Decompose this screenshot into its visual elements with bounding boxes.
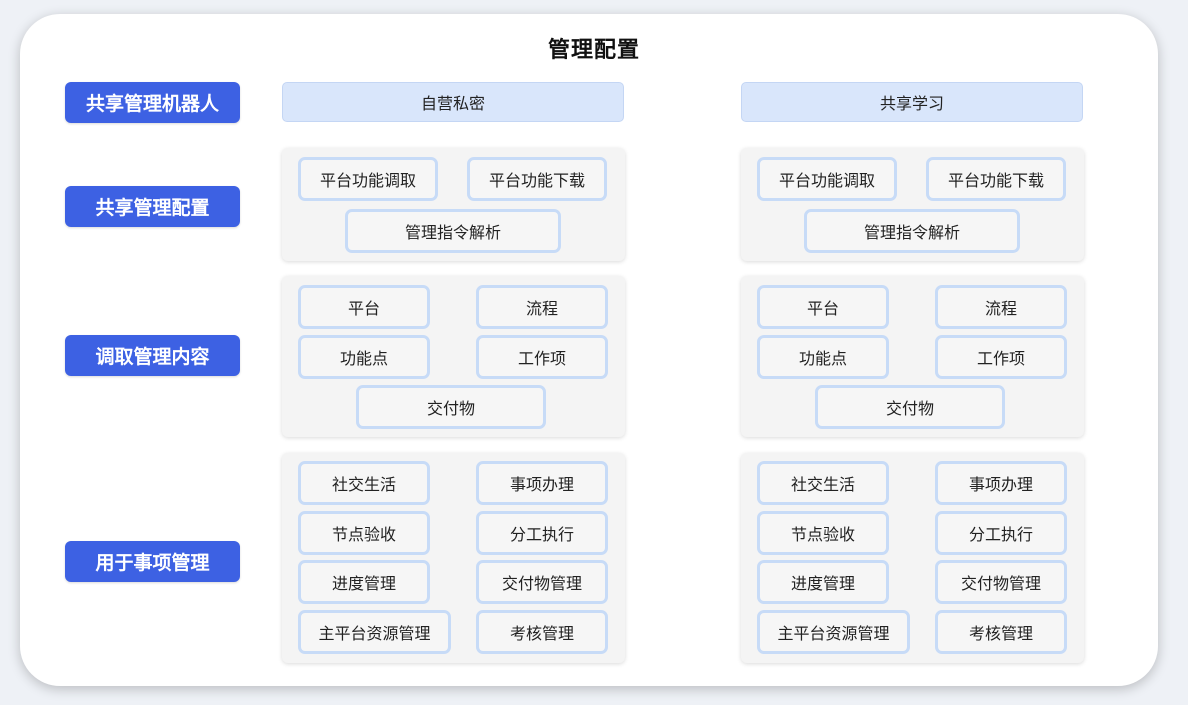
usage-item: 分工执行 (935, 511, 1067, 555)
content-item: 工作项 (935, 335, 1067, 379)
content-item: 流程 (935, 285, 1067, 329)
usage-item: 交付物管理 (935, 560, 1067, 604)
content-item: 交付物 (356, 385, 546, 429)
content-item: 流程 (476, 285, 608, 329)
config-item: 平台功能下载 (467, 157, 607, 201)
usage-item: 节点验收 (298, 511, 430, 555)
usage-item: 社交生活 (298, 461, 430, 505)
usage-item: 节点验收 (757, 511, 889, 555)
usage-item: 主平台资源管理 (757, 610, 910, 654)
config-item: 平台功能调取 (757, 157, 897, 201)
row-label-content: 调取管理内容 (65, 335, 240, 376)
row-label-usage: 用于事项管理 (65, 541, 240, 582)
config-item: 管理指令解析 (345, 209, 561, 253)
diagram-title: 管理配置 (547, 38, 640, 63)
usage-item: 进度管理 (298, 560, 430, 604)
content-item: 平台 (757, 285, 889, 329)
content-panel: 平台 流程 功能点 工作项 交付物 (282, 276, 625, 437)
usage-item: 分工执行 (476, 511, 608, 555)
row-label-config: 共享管理配置 (65, 186, 240, 227)
content-item: 平台 (298, 285, 430, 329)
content-item: 功能点 (757, 335, 889, 379)
usage-item: 考核管理 (935, 610, 1067, 654)
config-panel: 平台功能调取 平台功能下载 管理指令解析 (282, 148, 625, 261)
usage-item: 主平台资源管理 (298, 610, 451, 654)
content-item: 功能点 (298, 335, 430, 379)
usage-item: 考核管理 (476, 610, 608, 654)
usage-panel: 社交生活 事项办理 节点验收 分工执行 进度管理 交付物管理 主平台资源管理 考… (741, 453, 1084, 663)
config-item: 平台功能下载 (926, 157, 1066, 201)
content-item: 工作项 (476, 335, 608, 379)
config-panel: 平台功能调取 平台功能下载 管理指令解析 (741, 148, 1084, 261)
config-item: 管理指令解析 (804, 209, 1020, 253)
usage-item: 进度管理 (757, 560, 889, 604)
content-item: 交付物 (815, 385, 1005, 429)
usage-item: 事项办理 (476, 461, 608, 505)
column-header-shared: 共享学习 (741, 82, 1083, 122)
content-panel: 平台 流程 功能点 工作项 交付物 (741, 276, 1084, 437)
usage-item: 交付物管理 (476, 560, 608, 604)
config-item: 平台功能调取 (298, 157, 438, 201)
usage-item: 社交生活 (757, 461, 889, 505)
column-header-private: 自营私密 (282, 82, 624, 122)
usage-item: 事项办理 (935, 461, 1067, 505)
row-label-robot: 共享管理机器人 (65, 82, 240, 123)
usage-panel: 社交生活 事项办理 节点验收 分工执行 进度管理 交付物管理 主平台资源管理 考… (282, 453, 625, 663)
